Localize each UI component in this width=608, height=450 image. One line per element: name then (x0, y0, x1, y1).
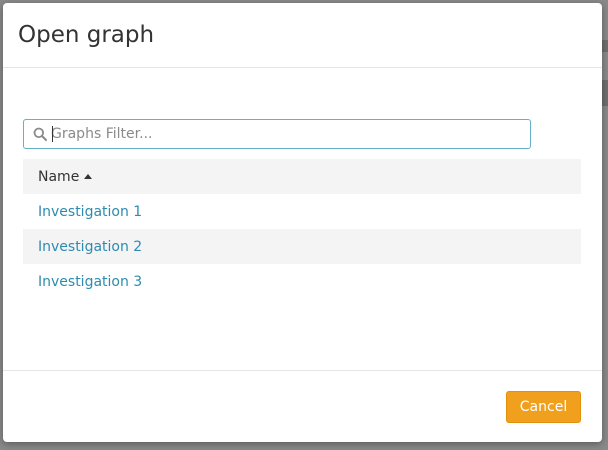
column-header-name[interactable]: Name (23, 159, 581, 194)
dialog-footer: Cancel (3, 370, 602, 442)
search-icon (33, 127, 47, 141)
graphs-filter[interactable] (23, 119, 531, 149)
graphs-table: Name Investigation 1 Investigation 2 Inv… (23, 159, 581, 299)
table-row: Investigation 2 (23, 229, 581, 264)
dialog-title: Open graph (18, 22, 155, 48)
background-app-fragment (602, 80, 608, 106)
table-row: Investigation 3 (23, 264, 581, 299)
graph-link[interactable]: Investigation 2 (38, 239, 142, 255)
graph-link[interactable]: Investigation 1 (38, 204, 142, 220)
graph-link[interactable]: Investigation 3 (38, 274, 142, 290)
cancel-button[interactable]: Cancel (506, 391, 581, 423)
dialog-body: Name Investigation 1 Investigation 2 Inv… (3, 68, 602, 370)
table-row: Investigation 1 (23, 194, 581, 229)
column-header-label: Name (38, 168, 80, 185)
graphs-filter-input[interactable] (51, 120, 521, 148)
text-cursor (52, 126, 53, 142)
sort-ascending-icon (84, 173, 93, 179)
dialog-header: Open graph (3, 3, 602, 68)
background-app-fragment (602, 40, 608, 52)
open-graph-dialog: Open graph Name Investigation 1 Investig… (3, 3, 602, 442)
